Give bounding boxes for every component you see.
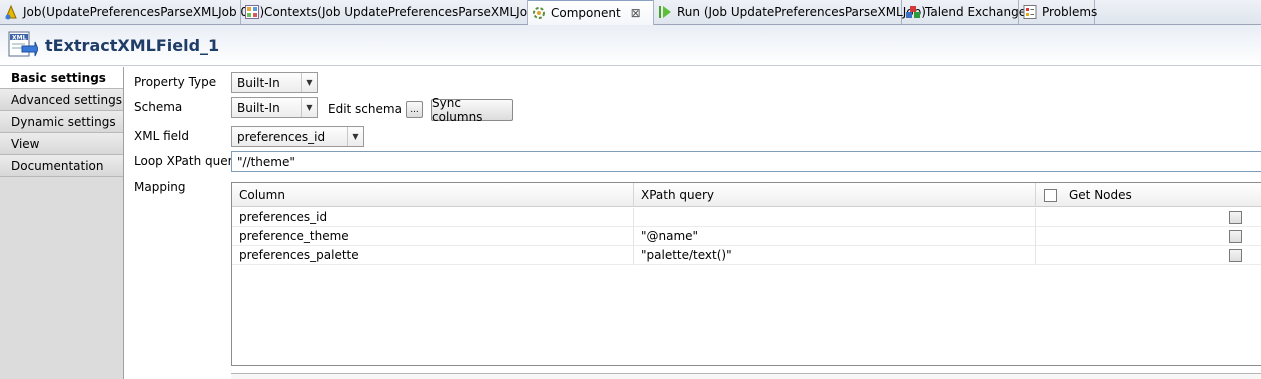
xml-component-icon: XML <box>8 31 38 57</box>
xpath-header[interactable]: XPath query <box>634 183 1036 207</box>
mapping-table-header: Column XPath query Get Nodes <box>232 183 1261 207</box>
tab-contexts[interactable]: Contexts(Job UpdatePreferencesParseXMLJo… <box>241 0 562 24</box>
chevron-down-icon: ▼ <box>301 73 317 92</box>
schema-select[interactable]: Built-In ▼ <box>231 97 318 118</box>
get-nodes-header[interactable]: Get Nodes <box>1036 183 1261 207</box>
job-icon <box>5 4 17 20</box>
component-icon <box>533 7 545 19</box>
xpath-cell[interactable]: "palette/text()" <box>634 246 1036 265</box>
editor-tab-strip: Job(UpdatePreferencesParseXMLJob 0.1) Co… <box>0 0 1261 25</box>
get-nodes-checkbox[interactable] <box>1229 249 1242 262</box>
nav-documentation[interactable]: Documentation <box>0 155 123 177</box>
tab-talend-exchange[interactable]: Talend Exchange <box>902 0 1026 24</box>
tab-label: Run (Job UpdatePreferencesParseXMLJob) <box>677 5 926 19</box>
run-icon <box>659 6 671 18</box>
loop-xpath-label: Loop XPath query <box>134 154 240 168</box>
get-nodes-header-label: Get Nodes <box>1069 188 1132 202</box>
column-header[interactable]: Column <box>232 183 634 207</box>
tab-run[interactable]: Run (Job UpdatePreferencesParseXMLJob) <box>654 0 926 24</box>
nav-dynamic-settings[interactable]: Dynamic settings <box>0 111 123 133</box>
schema-value: Built-In <box>237 100 280 115</box>
property-type-value: Built-In <box>237 75 280 90</box>
property-type-label: Property Type <box>134 75 217 89</box>
column-cell[interactable]: preferences_palette <box>232 246 634 265</box>
sync-columns-button[interactable]: Sync columns <box>431 96 513 124</box>
get-nodes-checkbox[interactable] <box>1229 211 1242 224</box>
get-nodes-cell <box>1036 246 1261 265</box>
xml-field-select[interactable]: preferences_id ▼ <box>231 126 364 147</box>
nav-advanced-settings[interactable]: Advanced settings <box>0 89 123 111</box>
settings-nav: Basic settings Advanced settings Dynamic… <box>0 67 124 379</box>
table-row[interactable]: preferences_palette "palette/text()" <box>232 246 1261 265</box>
chevron-down-icon: ▼ <box>347 127 363 146</box>
exchange-icon <box>906 6 920 18</box>
tab-label: Contexts(Job UpdatePreferencesParseXMLJo… <box>264 5 563 19</box>
component-header: XML tExtractXMLField_1 <box>0 25 1261 66</box>
xml-field-label: XML field <box>134 129 189 143</box>
component-title: tExtractXMLField_1 <box>45 35 220 55</box>
tab-problems[interactable]: Problems <box>1019 0 1098 24</box>
chevron-down-icon: ▼ <box>301 98 317 117</box>
tab-label: Component <box>551 6 621 20</box>
xpath-cell[interactable] <box>634 208 1036 227</box>
problems-icon <box>1023 5 1037 19</box>
edit-schema-button[interactable]: ... <box>406 101 423 118</box>
xml-field-value: preferences_id <box>237 129 326 144</box>
get-nodes-checkbox[interactable] <box>1229 230 1242 243</box>
tab-label: Problems <box>1042 5 1098 19</box>
get-nodes-all-checkbox[interactable] <box>1044 189 1057 202</box>
contexts-icon <box>245 5 259 19</box>
xpath-cell[interactable]: "@name" <box>634 227 1036 246</box>
get-nodes-cell <box>1036 227 1261 246</box>
table-row[interactable]: preferences_id <box>232 208 1261 227</box>
mapping-label: Mapping <box>134 180 186 194</box>
tab-job[interactable]: Job(UpdatePreferencesParseXMLJob 0.1) <box>0 0 264 24</box>
get-nodes-cell <box>1036 208 1261 227</box>
column-cell[interactable]: preferences_id <box>232 208 634 227</box>
tab-label: Job(UpdatePreferencesParseXMLJob 0.1) <box>23 5 265 19</box>
tab-component[interactable]: Component ⊠ <box>528 0 654 25</box>
nav-view[interactable]: View <box>0 133 123 155</box>
property-type-select[interactable]: Built-In ▼ <box>231 72 318 93</box>
column-cell[interactable]: preference_theme <box>232 227 634 246</box>
edit-schema-label: Edit schema <box>328 102 402 116</box>
nav-basic-settings[interactable]: Basic settings <box>0 67 123 89</box>
mapping-table: Column XPath query Get Nodes preferences… <box>231 182 1261 366</box>
svg-text:XML: XML <box>12 35 27 42</box>
table-row[interactable]: preference_theme "@name" <box>232 227 1261 246</box>
schema-label: Schema <box>134 100 183 114</box>
table-toolbar-edge <box>231 373 1261 379</box>
close-icon[interactable]: ⊠ <box>631 6 641 20</box>
tab-label: Talend Exchange <box>925 5 1027 19</box>
loop-xpath-input[interactable]: "//theme" <box>231 151 1261 172</box>
